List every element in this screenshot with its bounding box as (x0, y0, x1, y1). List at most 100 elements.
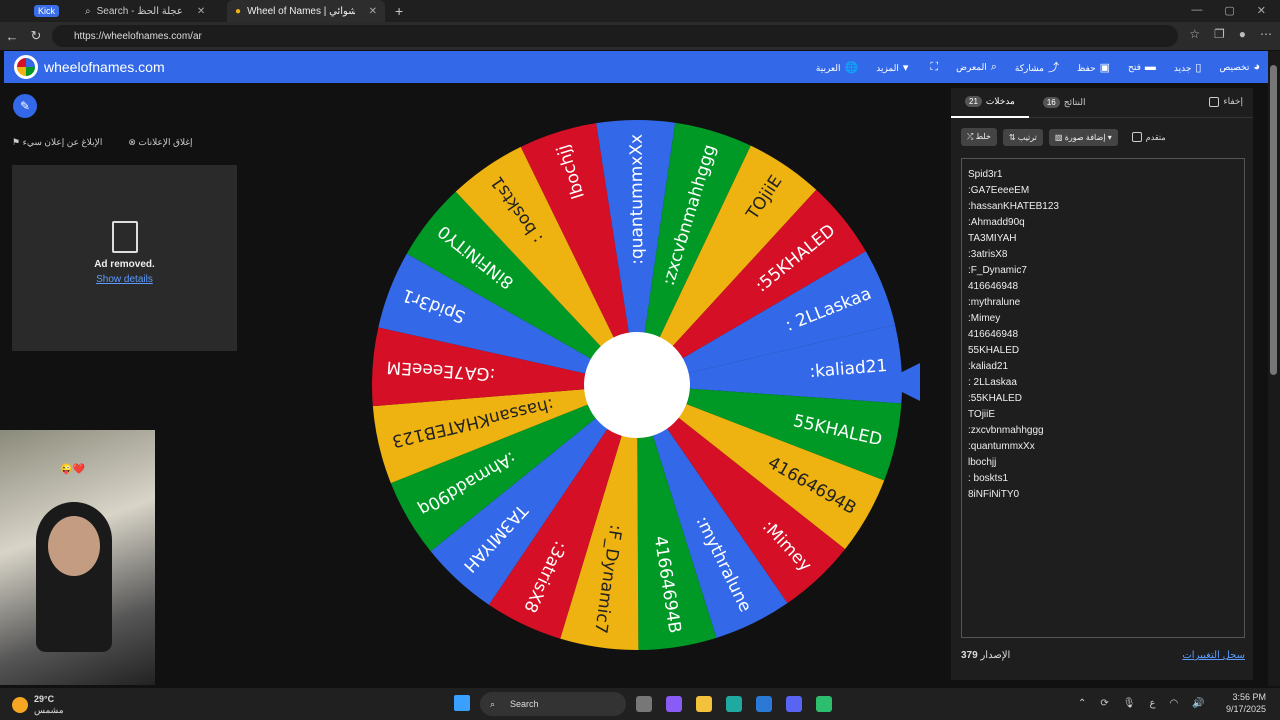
panel-tabs: 21 مدخلات 16 النتائج إخفاء (951, 88, 1253, 118)
discord-icon[interactable] (786, 696, 802, 712)
wheel-of-names[interactable]: :kaliad2155KHALED41664694B:Mimey:mythral… (370, 118, 904, 652)
refresh-icon[interactable]: ↻ (24, 28, 48, 44)
close-icon[interactable]: ✕ (369, 6, 377, 17)
temperature: 29°C (34, 694, 55, 704)
menu-more[interactable]: المزيد ▾ (876, 61, 908, 74)
add-image-button[interactable]: ▨ إضافة صورة ▾ (1048, 128, 1118, 146)
edge-icon[interactable] (726, 696, 742, 712)
sync-icon[interactable]: ⟳ (1100, 698, 1108, 709)
date: 9/17/2025 (1225, 704, 1266, 714)
copilot-icon[interactable] (666, 696, 682, 712)
windows-start-icon[interactable] (454, 695, 470, 711)
taskbar-apps (636, 696, 832, 712)
edit-pencil-icon[interactable]: ✎ (13, 94, 37, 118)
globe-icon: 🌐 (844, 61, 859, 74)
collections-icon[interactable]: ❐ (1214, 27, 1225, 41)
entry-line: :hassanKHATEB123 (968, 201, 1059, 212)
shuffle-button[interactable]: ⤮ خلط (961, 128, 997, 146)
menu-open[interactable]: فتح ▬ (1128, 61, 1156, 73)
kick-tab-badge[interactable]: Kick (34, 5, 60, 17)
changelog-link[interactable]: سجل التغييرات (1182, 650, 1245, 661)
app-header: wheelofnames.com العربية 🌐 المزيد ▾ ⛶ المع… (4, 51, 1268, 83)
tab-entries[interactable]: 21 مدخلات (951, 88, 1029, 118)
more-icon[interactable]: ⋯ (1260, 27, 1272, 41)
results-count: 16 (1042, 97, 1060, 108)
chevron-up-icon[interactable]: ⌃ (1078, 698, 1086, 709)
close-window-icon[interactable]: ✕ (1257, 4, 1266, 17)
file-explorer-icon[interactable] (696, 696, 712, 712)
tab-results[interactable]: 16 النتائج (1029, 88, 1100, 118)
mic-icon[interactable]: 🎙 (1123, 698, 1136, 709)
advanced-toggle[interactable]: متقدم (1131, 132, 1166, 142)
brand-title[interactable]: wheelofnames.com (44, 59, 165, 75)
entry-line: TA3MIYAH (968, 233, 1017, 244)
taskbar-search-label: Search (510, 699, 539, 709)
menu-save[interactable]: حفظ ▣ (1077, 61, 1110, 74)
page-scrollbar[interactable] (1268, 51, 1280, 686)
task-view-icon[interactable] (636, 696, 652, 712)
taskbar-search[interactable]: ⌕ Search (480, 692, 626, 716)
entry-line: 8iNFiNiTY0 (968, 489, 1020, 500)
entry-line: :3atrisX8 (968, 249, 1008, 260)
report-ad-link[interactable]: ⚑ الإبلاغ عن إعلان سيء (12, 137, 102, 148)
entry-line: :F_Dynamic7 (968, 265, 1027, 276)
ad-removed-icon (111, 221, 138, 253)
entries-panel: 21 مدخلات 16 النتائج إخفاء ⤮ خلط ⇅ ترتيب… (951, 88, 1253, 680)
minimize-icon[interactable]: — (1191, 4, 1202, 17)
folder-icon: ▬ (1144, 61, 1156, 73)
entry-line: :GA7EeeeEM (968, 185, 1030, 196)
close-icon[interactable]: ✕ (197, 6, 205, 17)
flag-icon: ⚑ (12, 137, 21, 147)
profile-avatar[interactable]: ● (1239, 27, 1246, 41)
wheel-segment-label: :quantummxXx (627, 134, 648, 265)
image-icon: ▨ (1054, 132, 1063, 142)
new-tab-button[interactable]: + (395, 3, 403, 19)
address-bar-row: ← ↻ https://wheelofnames.com/ar ☆ ❐ ● ⋯ (0, 22, 1280, 50)
language-indicator[interactable]: ع (1149, 698, 1155, 709)
weather-text: مشمس (34, 705, 64, 715)
menu-share[interactable]: مشاركة ⤴ (1015, 59, 1059, 75)
caret-down-icon: ▾ (902, 61, 909, 74)
wheel-center[interactable] (584, 332, 690, 438)
entries-textarea[interactable]: Spid3r1:GA7EeeeEM:hassanKHATEB123:Ahmadd… (961, 158, 1245, 638)
favorite-icon[interactable]: ☆ (1189, 27, 1200, 41)
close-circle-icon: ⊗ (128, 137, 136, 147)
close-ads-link[interactable]: ⊗ إغلاق الإعلانات (128, 137, 192, 148)
back-icon[interactable]: ← (0, 29, 24, 44)
tab-results-label: النتائج (1063, 97, 1086, 107)
wheel-logo-icon[interactable] (14, 55, 38, 79)
webcam-overlay: 😜❤️ (0, 430, 155, 685)
file-icon: ▯ (1195, 61, 1202, 74)
wifi-icon[interactable]: ◠ (1169, 698, 1178, 709)
system-tray: ⌃ ⟳ 🎙 ع ◠ 🔊 (1078, 698, 1205, 709)
tab-search[interactable]: ⌕ Search - عجلة الحظ ✕ (77, 0, 227, 22)
browser-toolbar: ☆ ❐ ● ⋯ (1189, 27, 1272, 41)
url-field[interactable]: https://wheelofnames.com/ar (52, 25, 1178, 47)
tab-label: Search - عجلة الحظ (96, 5, 183, 17)
menu-gallery[interactable]: المعرض ⌕ (956, 61, 997, 74)
sort-button[interactable]: ⇅ ترتيب (1002, 128, 1043, 146)
store-icon[interactable] (756, 696, 772, 712)
hide-toggle[interactable]: إخفاء (1209, 96, 1243, 107)
show-details-link[interactable]: Show details (12, 274, 237, 285)
menu-fullscreen[interactable]: ⛶ (926, 61, 938, 74)
entry-line: :55KHALED (968, 393, 1022, 404)
sun-icon (12, 697, 28, 713)
windows-taskbar: 29°C مشمس ⌕ Search ⌃ ⟳ 🎙 ع ◠ 🔊 3:56 PM 9… (0, 688, 1280, 720)
entry-line: Spid3r1 (968, 169, 1003, 180)
volume-icon[interactable]: 🔊 (1192, 698, 1204, 709)
save-icon: ▣ (1099, 61, 1111, 74)
entry-line: TOjiiE (968, 409, 996, 420)
app-icon[interactable] (816, 696, 832, 712)
menu-new[interactable]: جديد ▯ (1174, 61, 1202, 74)
weather-widget[interactable]: 29°C مشمس (12, 694, 64, 716)
browser-tab-bar: Kick ⌕ Search - عجلة الحظ ✕ ● Wheel of N… (0, 0, 1280, 22)
menu-language[interactable]: العربية 🌐 (816, 61, 858, 74)
entry-line: : 2LLaskaa (968, 377, 1017, 388)
time: 3:56 PM (1232, 692, 1266, 702)
menu-customize[interactable]: تخصيص ◕ (1219, 61, 1260, 73)
clock[interactable]: 3:56 PM 9/17/2025 (1226, 691, 1266, 715)
tab-wheel-of-names[interactable]: ● Wheel of Names | الاسم العشوائي ✕ (227, 0, 386, 22)
maximize-icon[interactable]: ▢ (1224, 4, 1234, 17)
tab-label: Wheel of Names | الاسم العشوائي (247, 5, 355, 17)
